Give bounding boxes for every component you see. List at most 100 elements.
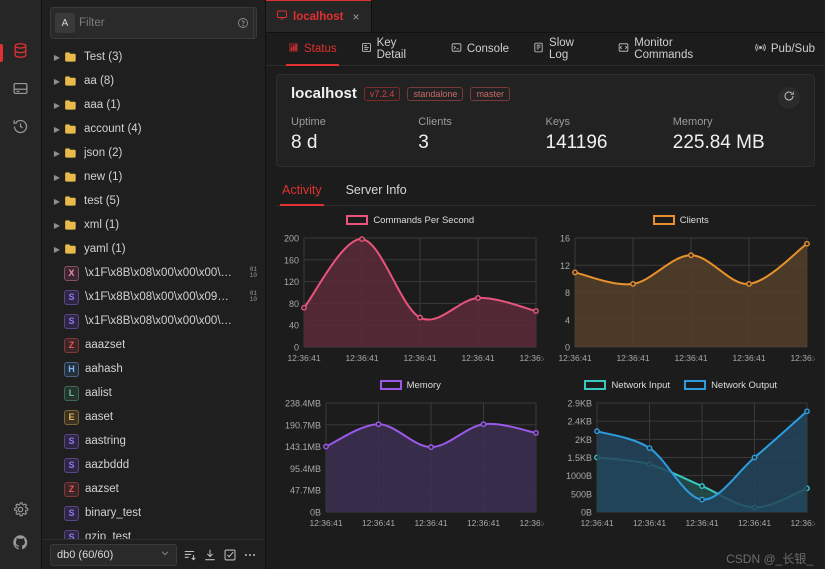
tree-folder-2[interactable]: ▶ aaa (1) [42, 93, 265, 117]
chevron-right-icon[interactable]: ▶ [50, 101, 64, 110]
key-type-badge: S [64, 457, 79, 473]
tree-folder-7[interactable]: ▶ xml (1) [42, 213, 265, 237]
svg-text:12:36:41: 12:36:41 [519, 353, 544, 363]
tab-key-detail[interactable]: Key Detail [351, 33, 437, 66]
tab-status-label: Status [304, 43, 337, 55]
chevron-right-icon[interactable]: ▶ [50, 77, 64, 86]
search-icon[interactable] [253, 8, 256, 38]
key-list-item-label: aastring [85, 435, 126, 447]
tree-folder-3[interactable]: ▶ account (4) [42, 117, 265, 141]
tree-folder-label: account (4) [84, 123, 142, 135]
pubsub-icon [755, 42, 766, 56]
tree-folder-6[interactable]: ▶ test (5) [42, 189, 265, 213]
key-list-item[interactable]: Eaaset [42, 405, 265, 429]
status-content: localhost v7.2.4 standalone master Uptim… [266, 66, 825, 569]
svg-text:12:36:41: 12:36:41 [580, 518, 613, 528]
tree-folder-4[interactable]: ▶ json (2) [42, 141, 265, 165]
key-list-item[interactable]: Laalist [42, 381, 265, 405]
chevron-right-icon[interactable]: ▶ [50, 245, 64, 254]
svg-text:0B: 0B [580, 508, 591, 518]
tab-monitor-commands[interactable]: Monitor Commands [608, 33, 741, 66]
filter-input[interactable] [79, 17, 233, 29]
rail-item-github[interactable] [0, 531, 42, 569]
legend-item[interactable]: Memory [379, 380, 441, 391]
tree-folder-5[interactable]: ▶ new (1) [42, 165, 265, 189]
svg-text:12:36:41: 12:36:41 [732, 353, 765, 363]
rail-item-database[interactable] [0, 34, 42, 72]
tree-folder-label: test (5) [84, 195, 120, 207]
svg-text:12:36:41: 12:36:41 [558, 353, 591, 363]
chevron-right-icon[interactable]: ▶ [50, 221, 64, 230]
key-type-badge: Z [64, 337, 79, 353]
key-list-item-label: \x1F\x8B\x08\x00\x00\x00\x00\x0... [85, 315, 235, 327]
key-list-item[interactable]: Haahash [42, 357, 265, 381]
legend-item[interactable]: Network Output [684, 380, 777, 391]
tab-status[interactable]: Status [278, 33, 347, 66]
tab-console[interactable]: Console [441, 33, 519, 66]
stat-keys: Keys 141196 [546, 116, 673, 154]
tab-pub-sub-label: Pub/Sub [770, 43, 815, 55]
subtab-server-info[interactable]: Server Info [344, 177, 409, 205]
connection-tab-localhost[interactable]: localhost × [266, 0, 372, 32]
tree-folder-label: yaml (1) [84, 243, 126, 255]
server-mode-pill: standalone [407, 86, 464, 101]
tree-folder-1[interactable]: ▶ aa (8) [42, 69, 265, 93]
tab-slow-log[interactable]: Slow Log [523, 33, 604, 66]
chart-commands-per-second: Commands Per Second 0 40 80 120 160 200 12:36:4… [276, 212, 545, 375]
chart-canvas: 0B 500B 1000B 1.5KB 2KB 2.4KB 2.9KB 12:36:41 12:… [565, 399, 814, 529]
tree-folder-8[interactable]: ▶ yaml (1) [42, 237, 265, 261]
refresh-status-button[interactable] [778, 87, 800, 109]
key-list-item[interactable]: S \x1F\x8B\x08\x00\x00\x09n\x8... 01 10 [42, 285, 265, 309]
key-list-item[interactable]: X \x1F\x8B\x08\x00\x00\x00\x0... 01 10 [42, 261, 265, 285]
key-list-item[interactable]: Saazbddd [42, 453, 265, 477]
rail-item-settings[interactable] [0, 493, 42, 531]
svg-text:12:36:41: 12:36:41 [287, 353, 320, 363]
chevron-right-icon[interactable]: ▶ [50, 197, 64, 206]
tree-folder-0[interactable]: ▶ Test (3) [42, 45, 265, 69]
close-icon[interactable]: × [352, 10, 359, 24]
key-tree[interactable]: ▶ Test (3) ▶ aa (8) ▶ aaa (1) ▶ account … [42, 43, 265, 539]
legend-item[interactable]: Network Input [584, 380, 670, 391]
key-list-item[interactable]: Zaazset [42, 477, 265, 501]
svg-text:16: 16 [559, 234, 569, 244]
chart-legend: Network Input Network Output [547, 377, 816, 393]
key-type-badge: S [64, 289, 79, 305]
svg-text:2KB: 2KB [574, 435, 591, 445]
status-icon [288, 42, 299, 56]
svg-text:12:36:41: 12:36:41 [414, 518, 447, 528]
folder-icon [64, 170, 82, 184]
server-stats: Uptime 8 d Clients 3 Keys 141196 Memory … [291, 116, 800, 154]
watermark: CSDN @_长银_ [726, 552, 813, 566]
key-list-item[interactable]: Sbinary_test [42, 501, 265, 525]
download-icon[interactable] [203, 548, 217, 562]
folder-icon [64, 98, 82, 112]
sort-icon[interactable] [183, 548, 197, 562]
tab-slow-log-label: Slow Log [549, 37, 574, 61]
folder-icon [64, 146, 82, 160]
stat-value: 141196 [545, 132, 608, 153]
monitor-commands-icon [618, 42, 629, 56]
rail-item-history[interactable] [0, 110, 42, 148]
chevron-right-icon[interactable]: ▶ [50, 125, 64, 134]
subtab-activity[interactable]: Activity [280, 177, 324, 206]
rail-item-browser[interactable] [0, 72, 42, 110]
more-icon[interactable] [243, 548, 257, 562]
key-list-item[interactable]: Sgzip_test [42, 525, 265, 539]
svg-text:500B: 500B [570, 489, 591, 499]
key-list-item[interactable]: Saastring [42, 429, 265, 453]
tab-pub-sub[interactable]: Pub/Sub [745, 33, 825, 66]
legend-swatch [346, 215, 369, 225]
legend-item[interactable]: Clients [652, 215, 709, 226]
chevron-right-icon[interactable]: ▶ [50, 53, 64, 62]
legend-item[interactable]: Commands Per Second [346, 215, 474, 226]
checkbox-icon[interactable] [223, 548, 237, 562]
chevron-right-icon[interactable]: ▶ [50, 149, 64, 158]
help-icon[interactable] [233, 17, 253, 29]
key-list-item[interactable]: Zaaazset [42, 333, 265, 357]
key-type-badge: Z [64, 481, 79, 497]
filter-mode-badge[interactable]: A [55, 13, 75, 33]
chevron-right-icon[interactable]: ▶ [50, 173, 64, 182]
db-selector[interactable]: db0 (60/60) [50, 543, 177, 566]
key-list-item-label: aazset [85, 483, 119, 495]
key-list-item[interactable]: S \x1F\x8B\x08\x00\x00\x00\x00\x0... [42, 309, 265, 333]
